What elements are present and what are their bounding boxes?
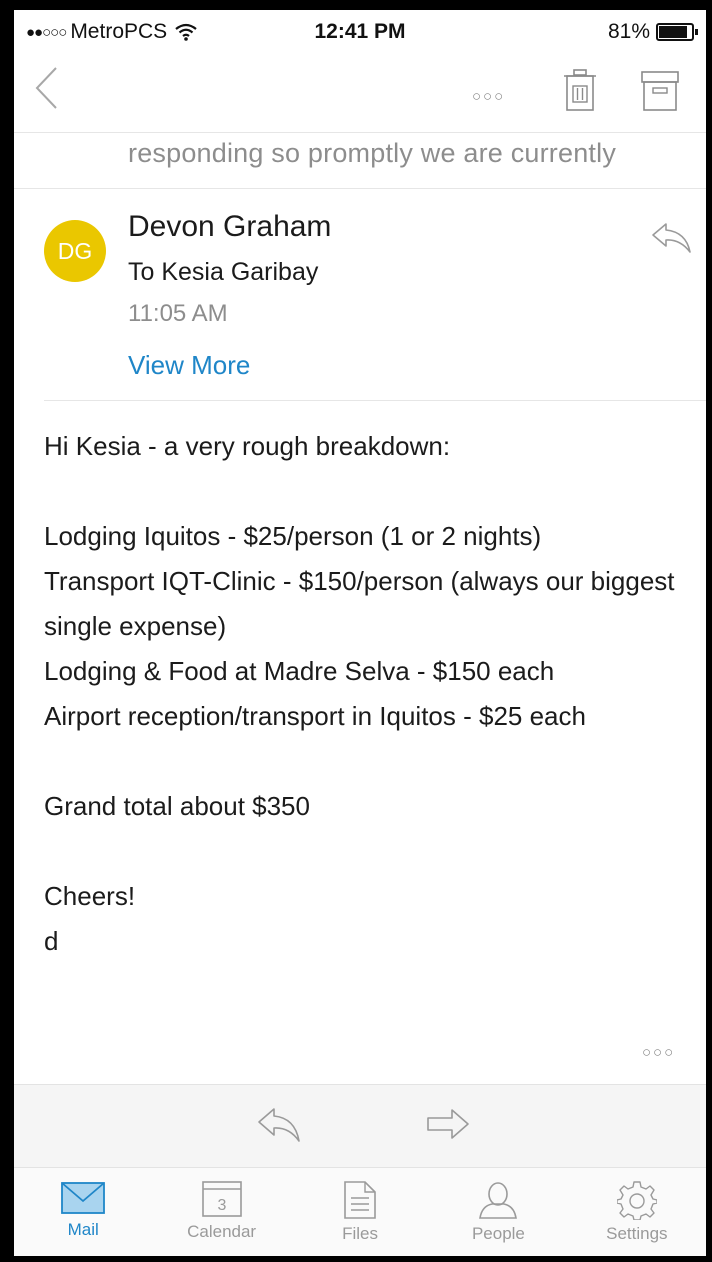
- settings-icon: [616, 1181, 657, 1220]
- tab-bar: Mail 3 Calendar Files People Settings: [14, 1168, 706, 1256]
- body-line: Transport IQT-Clinic - $150/person (alwa…: [44, 566, 675, 641]
- tab-files[interactable]: Files: [291, 1168, 429, 1256]
- battery-group: 81%: [608, 20, 698, 44]
- tab-label: People: [471, 1224, 525, 1243]
- reply-icon: [652, 223, 691, 253]
- divider: [14, 188, 706, 189]
- back-button[interactable]: [34, 66, 58, 115]
- trash-icon: [564, 69, 596, 111]
- avatar[interactable]: DG: [44, 220, 106, 282]
- files-icon: [344, 1181, 376, 1219]
- body-signoff: Cheers!: [44, 881, 136, 911]
- tab-calendar[interactable]: 3 Calendar: [152, 1168, 290, 1256]
- message-more-button[interactable]: ○○○: [642, 1044, 675, 1061]
- mail-icon: [61, 1182, 106, 1214]
- body-signature: d: [44, 926, 59, 956]
- reply-action-button[interactable]: [256, 1105, 302, 1150]
- tab-label: Files: [342, 1224, 378, 1243]
- body-greeting: Hi Kesia - a very rough breakdown:: [44, 431, 451, 461]
- more-options-button[interactable]: ○○○: [472, 88, 505, 105]
- calendar-icon: 3: [201, 1181, 242, 1217]
- previous-message-snippet[interactable]: responding so promptly we are currently: [128, 138, 616, 169]
- message-body: Hi Kesia - a very rough breakdown: Lodgi…: [44, 424, 694, 964]
- tab-label: Settings: [606, 1224, 668, 1243]
- tab-mail[interactable]: Mail: [14, 1168, 152, 1256]
- body-line: Airport reception/transport in Iquitos -…: [44, 701, 586, 731]
- delete-button[interactable]: [562, 68, 598, 117]
- mail-screen: ●●○○○ MetroPCS 12:41 PM 81% ○○○ respondi…: [14, 10, 706, 1256]
- message-action-bar: [14, 1084, 706, 1168]
- tab-label: Mail: [67, 1220, 99, 1239]
- forward-icon: [427, 1109, 469, 1139]
- view-more-link[interactable]: View More: [128, 350, 250, 381]
- people-icon: [479, 1182, 518, 1219]
- message-toolbar: ○○○: [14, 52, 706, 133]
- body-line: Lodging & Food at Madre Selva - $150 eac…: [44, 656, 555, 686]
- body-line: Lodging Iquitos - $25/person (1 or 2 nig…: [44, 521, 542, 551]
- reply-button[interactable]: [650, 220, 692, 261]
- recipient-line: To Kesia Garibay: [128, 258, 319, 286]
- chevron-left-icon: [35, 67, 57, 109]
- tab-settings[interactable]: Settings: [568, 1168, 706, 1256]
- message-time: 11:05 AM: [128, 300, 228, 327]
- battery-percent: 81%: [607, 20, 650, 43]
- sender-name: Devon Graham: [128, 210, 332, 243]
- archive-button[interactable]: [640, 70, 680, 117]
- calendar-date: 3: [217, 1197, 226, 1214]
- forward-action-button[interactable]: [426, 1107, 470, 1146]
- status-time: 12:41 PM: [314, 20, 406, 43]
- status-bar: ●●○○○ MetroPCS 12:41 PM 81%: [14, 10, 706, 52]
- divider: [44, 400, 706, 401]
- tab-people[interactable]: People: [429, 1168, 567, 1256]
- body-total: Grand total about $350: [44, 791, 310, 821]
- reply-icon: [258, 1108, 300, 1142]
- battery-icon: [656, 23, 694, 41]
- tab-label: Calendar: [187, 1222, 257, 1241]
- archive-icon: [641, 71, 679, 111]
